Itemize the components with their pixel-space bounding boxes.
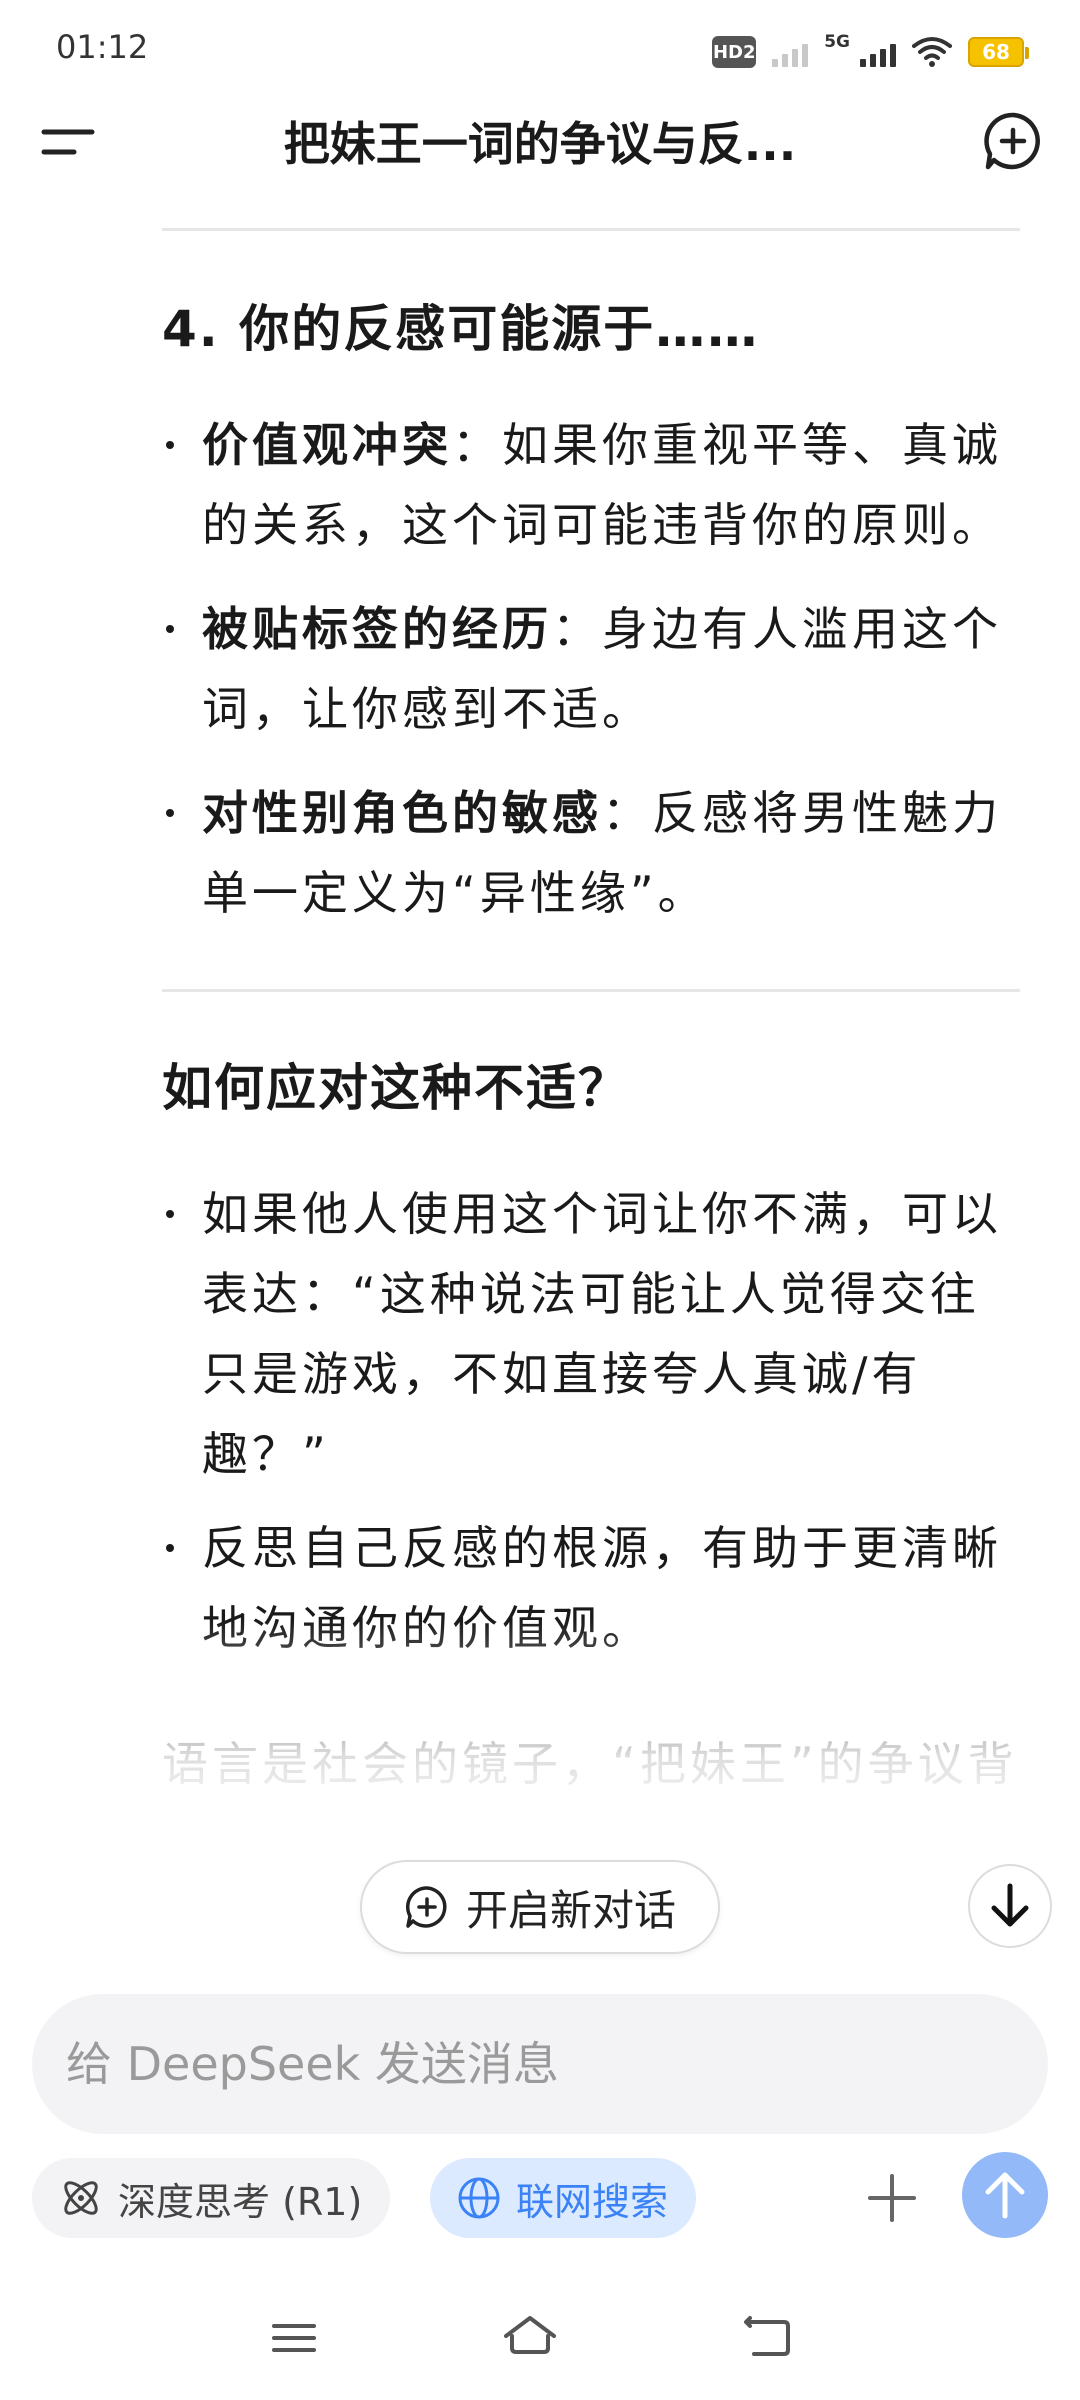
status-icons: HD2 5G 68	[712, 32, 1029, 72]
section-heading-coping: 如何应对这种不适？	[162, 1059, 630, 1117]
globe-icon	[458, 2177, 500, 2219]
divider	[162, 989, 1020, 992]
send-button[interactable]	[962, 2152, 1048, 2238]
home-icon[interactable]	[502, 2314, 558, 2362]
page-title: 把妹王一词的争议与反...	[283, 117, 797, 171]
list-item: 对性别角色的敏感：反感将男性魅力单一定义为“异性缘”。	[162, 773, 1022, 933]
new-chat-icon	[406, 1886, 447, 1928]
battery-icon: 68	[968, 37, 1029, 67]
list-item-term: 对性别角色的敏感	[202, 786, 602, 840]
chat-content[interactable]: 4. 你的反感可能源于…… 价值观冲突：如果你重视平等、真诚的关系，这个词可能违…	[162, 186, 1022, 1956]
list-item-term: 价值观冲突	[202, 418, 452, 472]
divider	[162, 228, 1020, 231]
signal-sim1-icon	[772, 37, 809, 67]
status-time: 01:12	[56, 28, 149, 66]
signal-sim2-icon	[860, 37, 896, 67]
new-dialog-button[interactable]: 开启新对话	[360, 1860, 720, 1954]
composer-toolbar: 深度思考 (R1) 联网搜索	[32, 2152, 1048, 2242]
hd-icon: HD2	[712, 36, 757, 68]
new-dialog-label: 开启新对话	[465, 1885, 676, 1935]
message-input[interactable]	[32, 1994, 1048, 2134]
list-item: 如果他人使用这个词让你不满，可以表达：“这种说法可能让人觉得交往只是游戏，不如直…	[162, 1174, 1022, 1494]
menu-icon[interactable]	[40, 118, 96, 164]
web-search-toggle[interactable]: 联网搜索	[430, 2158, 697, 2238]
arrow-down-icon	[991, 1883, 1029, 1927]
attach-plus-icon[interactable]	[860, 2166, 924, 2230]
arrow-up-icon	[985, 2172, 1025, 2219]
network-type-label: 5G	[824, 32, 850, 52]
list-item: 价值观冲突：如果你重视平等、真诚的关系，这个词可能违背你的原则。	[162, 405, 1022, 565]
back-icon[interactable]	[740, 2314, 796, 2362]
list-item: 反思自己反感的根源，有助于更清晰地沟通你的价值观。	[162, 1508, 1022, 1668]
web-search-label: 联网搜索	[516, 2179, 669, 2224]
list-item-term: 被贴标签的经历	[202, 602, 552, 656]
reasons-list: 价值观冲突：如果你重视平等、真诚的关系，这个词可能违背你的原则。 被贴标签的经历…	[162, 405, 1022, 933]
atom-icon	[64, 2181, 98, 2215]
deep-think-label: 深度思考 (R1)	[118, 2179, 363, 2224]
scroll-down-button[interactable]	[968, 1864, 1052, 1948]
deep-think-toggle[interactable]: 深度思考 (R1)	[32, 2158, 391, 2238]
list-item: 被贴标签的经历：身边有人滥用这个词，让你感到不适。	[162, 589, 1022, 749]
coping-list: 如果他人使用这个词让你不满，可以表达：“这种说法可能让人觉得交往只是游戏，不如直…	[162, 1174, 1022, 1668]
wifi-icon	[912, 37, 952, 67]
system-nav-bar	[0, 2290, 1080, 2386]
header: 把妹王一词的争议与反...	[0, 96, 1080, 186]
section-heading-reasons: 4. 你的反感可能源于……	[162, 300, 760, 358]
new-chat-icon[interactable]	[982, 110, 1044, 172]
recent-apps-icon[interactable]	[266, 2314, 322, 2362]
status-bar: 01:12 HD2 5G 68	[0, 0, 1080, 96]
